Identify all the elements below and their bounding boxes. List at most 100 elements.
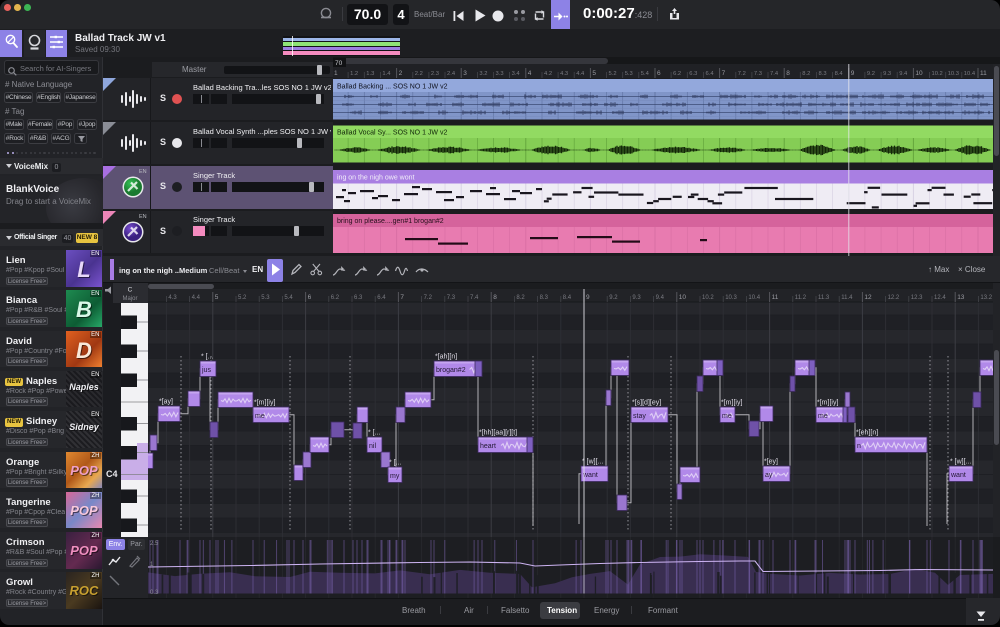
- svg-text:me: me: [255, 413, 265, 420]
- svg-text:10.2: 10.2: [702, 295, 714, 301]
- svg-text:9.4: 9.4: [656, 295, 665, 301]
- svg-text:10.4: 10.4: [748, 295, 760, 301]
- svg-text:7.3: 7.3: [447, 295, 456, 301]
- svg-text:4: 4: [528, 70, 532, 77]
- svg-text:5: 5: [215, 294, 219, 301]
- svg-text:2.4: 2.4: [447, 71, 456, 77]
- svg-text:n: n: [857, 443, 861, 450]
- svg-text:bring on please....gen#1 broga: bring on please....gen#1 brogan#2: [337, 218, 444, 225]
- svg-text:10.4: 10.4: [964, 71, 976, 77]
- svg-text:8.2: 8.2: [516, 295, 525, 301]
- svg-text:heart: heart: [480, 443, 496, 450]
- svg-text:2: 2: [399, 70, 403, 77]
- svg-text:7: 7: [722, 70, 726, 77]
- svg-text:4.4: 4.4: [576, 71, 585, 77]
- svg-text:13.2: 13.2: [980, 295, 992, 301]
- svg-text:me: me: [722, 413, 732, 420]
- svg-text:8.4: 8.4: [835, 71, 844, 77]
- svg-text:7.4: 7.4: [770, 71, 779, 77]
- svg-text:11.2: 11.2: [795, 295, 807, 301]
- svg-text:7.2: 7.2: [424, 295, 433, 301]
- svg-text:0.3: 0.3: [150, 590, 159, 596]
- svg-text:13: 13: [957, 294, 965, 301]
- svg-text:3.2: 3.2: [479, 71, 487, 77]
- svg-text:2.5: 2.5: [150, 541, 159, 547]
- svg-text:C: C: [128, 287, 133, 294]
- svg-text:1.2: 1.2: [350, 71, 358, 77]
- svg-text:8.2: 8.2: [802, 71, 810, 77]
- svg-text:12.2: 12.2: [888, 295, 900, 301]
- svg-text:want: want: [950, 472, 966, 479]
- svg-text:* [w][...: * [w][...: [582, 459, 603, 466]
- svg-text:C4: C4: [106, 469, 118, 479]
- svg-text:12: 12: [864, 294, 872, 301]
- svg-text:5.3: 5.3: [261, 295, 270, 301]
- svg-text:6.4: 6.4: [706, 71, 715, 77]
- svg-text:6.3: 6.3: [354, 295, 363, 301]
- svg-text:7.2: 7.2: [738, 71, 746, 77]
- svg-text:nil: nil: [369, 443, 376, 450]
- svg-text:me: me: [818, 413, 828, 420]
- svg-text:5.4: 5.4: [641, 71, 650, 77]
- svg-text:6.3: 6.3: [689, 71, 697, 77]
- svg-text:8: 8: [786, 70, 790, 77]
- svg-text:2.2: 2.2: [415, 71, 423, 77]
- svg-text:6: 6: [657, 70, 661, 77]
- svg-text:*[hh][aa][r][t]: *[hh][aa][r][t]: [479, 430, 517, 437]
- svg-text:9: 9: [851, 70, 855, 77]
- svg-text:5.2: 5.2: [238, 295, 247, 301]
- svg-text:*[eh][n]: *[eh][n]: [856, 430, 878, 437]
- svg-text:*[s][d][ey]: *[s][d][ey]: [632, 400, 661, 407]
- svg-text:9.4: 9.4: [899, 71, 908, 77]
- svg-text:1.4: 1.4: [382, 71, 391, 77]
- svg-text:3.3: 3.3: [496, 71, 504, 77]
- svg-text:10.3: 10.3: [725, 295, 737, 301]
- svg-text:10: 10: [679, 294, 687, 301]
- svg-text:8.3: 8.3: [540, 295, 549, 301]
- svg-text:*[ah][n]: *[ah][n]: [435, 354, 457, 361]
- svg-text:4.3: 4.3: [560, 71, 568, 77]
- svg-text:70: 70: [335, 60, 343, 67]
- svg-text:*[m][iy]: *[m][iy]: [721, 400, 742, 407]
- svg-text:6.4: 6.4: [377, 295, 386, 301]
- svg-text:9.3: 9.3: [883, 71, 891, 77]
- svg-text:5.2: 5.2: [609, 71, 617, 77]
- svg-text:8.4: 8.4: [563, 295, 572, 301]
- svg-text:* [w][...: * [w][...: [950, 459, 971, 466]
- svg-text:* [...: * [...: [201, 354, 214, 361]
- svg-text:* [...: * [...: [368, 430, 381, 437]
- svg-text:Ballad Vocal Sy... SOS NO 1 JW: Ballad Vocal Sy... SOS NO 1 JW v2: [337, 130, 447, 137]
- svg-text:8: 8: [493, 294, 497, 301]
- svg-text:11: 11: [980, 70, 987, 77]
- svg-text:*[ay]: *[ay]: [159, 399, 173, 406]
- svg-text:2.3: 2.3: [431, 71, 439, 77]
- svg-text:ing on the nigh owe wont: ing on the nigh owe wont: [337, 175, 414, 182]
- svg-text:11: 11: [772, 294, 779, 301]
- svg-text:5.3: 5.3: [625, 71, 633, 77]
- svg-text:7.3: 7.3: [754, 71, 762, 77]
- svg-text:5.4: 5.4: [284, 295, 293, 301]
- svg-text:*[ey]: *[ey]: [764, 459, 778, 466]
- svg-text:10.3: 10.3: [948, 71, 959, 77]
- svg-text:12.4: 12.4: [934, 295, 946, 301]
- svg-text:10: 10: [915, 70, 923, 77]
- svg-text:12.3: 12.3: [911, 295, 923, 301]
- svg-text:5: 5: [592, 70, 596, 77]
- svg-text:11.4: 11.4: [841, 295, 853, 301]
- svg-text:*[m][iy]: *[m][iy]: [254, 400, 275, 407]
- svg-text:6.2: 6.2: [331, 295, 340, 301]
- svg-text:9.3: 9.3: [632, 295, 641, 301]
- svg-text:ay: ay: [765, 472, 773, 479]
- svg-text:4.4: 4.4: [192, 295, 201, 301]
- svg-text:Ballad Backing ... SOS NO 1 JW: Ballad Backing ... SOS NO 1 JW v2: [337, 84, 448, 91]
- svg-text:my: my: [390, 473, 400, 480]
- svg-text:10.2: 10.2: [932, 71, 943, 77]
- svg-text:9: 9: [586, 294, 590, 301]
- svg-text:jus: jus: [201, 367, 211, 374]
- svg-text:*[m][iy]: *[m][iy]: [817, 400, 838, 407]
- svg-text:3.4: 3.4: [512, 71, 521, 77]
- svg-text:6.2: 6.2: [673, 71, 681, 77]
- svg-text:6: 6: [308, 294, 312, 301]
- svg-text:9.2: 9.2: [867, 71, 875, 77]
- svg-text:4.2: 4.2: [544, 71, 552, 77]
